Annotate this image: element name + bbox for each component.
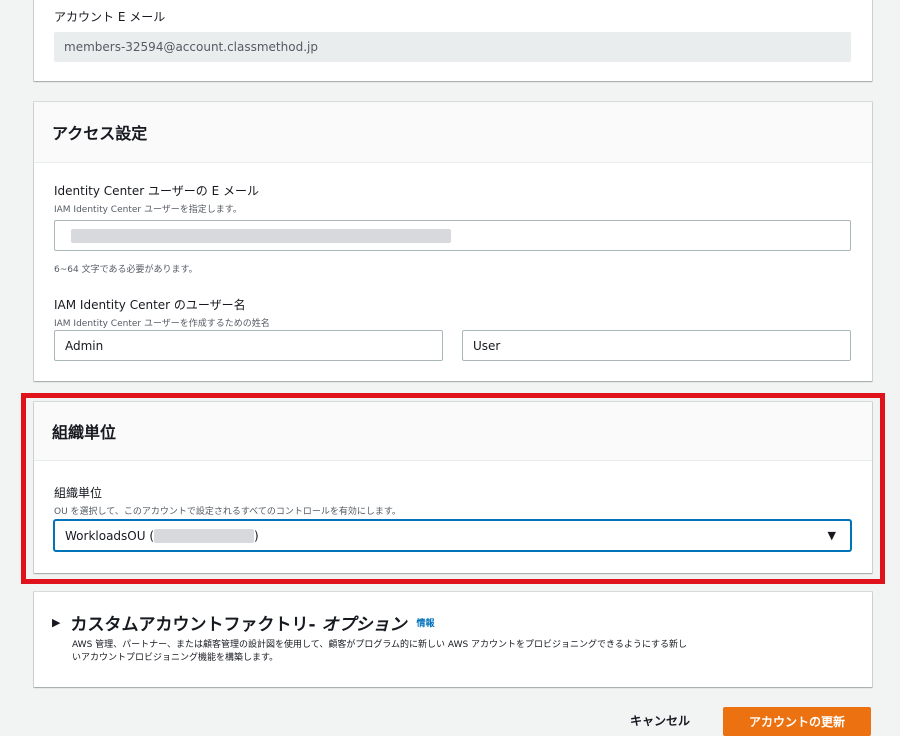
identity-email-label-group: Identity Center ユーザーの E メール IAM Identity… xyxy=(54,182,259,215)
access-settings-title: アクセス設定 xyxy=(52,124,148,143)
user-name-label: IAM Identity Center のユーザー名 xyxy=(54,298,246,312)
ou-header: 組織単位 xyxy=(34,402,872,461)
custom-factory-title: カスタムアカウントファクトリ- xyxy=(70,615,322,635)
update-account-button[interactable]: アカウントの更新 xyxy=(723,707,871,736)
redacted-email xyxy=(71,228,451,243)
ou-sublabel: OU を選択して、このアカウントで設定されるすべてのコントロールを有効にします。 xyxy=(54,507,401,517)
info-link[interactable]: 情報 xyxy=(416,616,434,629)
account-email-label: アカウント E メール xyxy=(54,10,166,24)
description-line-1: AWS 管理、パートナー、または顧客管理の設計図を使用して、顧客がプログラム的に… xyxy=(72,640,687,650)
identity-email-input[interactable] xyxy=(54,220,851,251)
last-name-input[interactable]: User xyxy=(462,330,851,361)
ou-selected-suffix: ) xyxy=(254,528,259,543)
account-email-value: members-32594@account.classmethod.jp xyxy=(64,40,318,54)
identity-email-label: Identity Center ユーザーの E メール xyxy=(54,184,259,198)
account-email-panel: アカウント E メール members-32594@account.classm… xyxy=(34,0,872,81)
account-email-field: members-32594@account.classmethod.jp xyxy=(54,32,851,62)
ou-panel: 組織単位 組織単位 OU を選択して、このアカウントで設定されるすべてのコントロ… xyxy=(34,402,872,573)
access-settings-header: アクセス設定 xyxy=(34,102,872,163)
redacted-ou-id xyxy=(154,528,255,543)
first-name-value: Admin xyxy=(65,338,104,353)
caret-right-icon: ▶ xyxy=(52,616,61,629)
user-name-label-group: IAM Identity Center のユーザー名 IAM Identity … xyxy=(54,296,270,329)
ou-selected-prefix: WorkloadsOU ( xyxy=(65,528,155,543)
custom-factory-panel: ▶ カスタムアカウントファクトリ- オプション 情報 AWS 管理、パートナー、… xyxy=(34,592,872,687)
ou-label-group: 組織単位 OU を選択して、このアカウントで設定されるすべてのコントロールを有効… xyxy=(54,484,401,517)
ou-label: 組織単位 xyxy=(54,486,103,500)
ou-title: 組織単位 xyxy=(52,423,117,442)
first-name-input[interactable]: Admin xyxy=(54,330,443,361)
description-line-2: いアカウントプロビジョニング機能を構築します。 xyxy=(72,653,279,663)
identity-email-sublabel: IAM Identity Center ユーザーを指定します。 xyxy=(54,205,242,215)
custom-factory-toggle[interactable]: ▶ カスタムアカウントファクトリ- オプション 情報 xyxy=(52,610,434,635)
custom-factory-title-optional: オプション xyxy=(321,615,407,635)
chevron-down-icon: ▼ xyxy=(827,529,836,542)
last-name-value: User xyxy=(473,338,501,353)
custom-factory-description: AWS 管理、パートナー、または顧客管理の設計図を使用して、顧客がプログラム的に… xyxy=(72,639,687,665)
cancel-button[interactable]: キャンセル xyxy=(630,712,690,729)
user-name-sublabel: IAM Identity Center ユーザーを作成するための姓名 xyxy=(54,319,270,329)
access-settings-panel: アクセス設定 Identity Center ユーザーの E メール IAM I… xyxy=(34,102,872,381)
ou-select[interactable]: WorkloadsOU ( ) ▼ xyxy=(54,520,851,551)
identity-email-hint: 6~64 文字である必要があります。 xyxy=(54,265,198,275)
update-account-label: アカウントの更新 xyxy=(748,715,845,729)
